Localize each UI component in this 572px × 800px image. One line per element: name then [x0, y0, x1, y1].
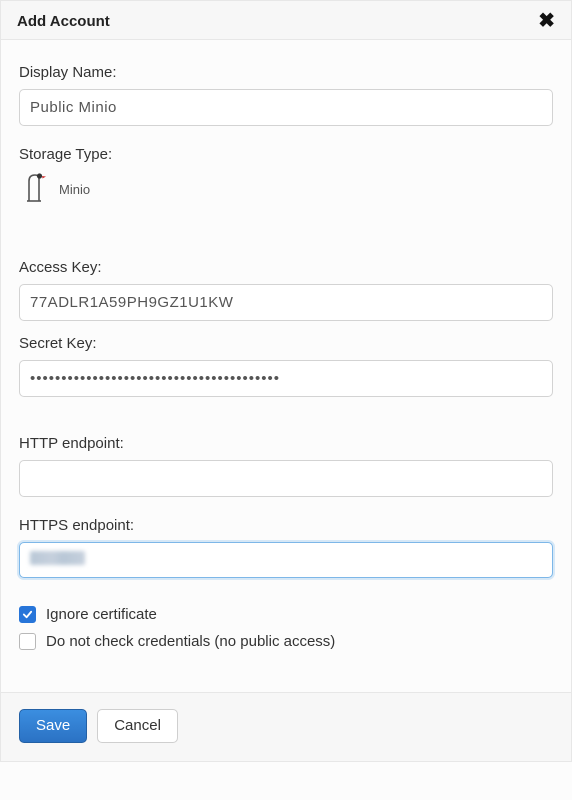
- http-endpoint-input[interactable]: [19, 460, 553, 497]
- modal-header: Add Account ✖: [1, 1, 571, 40]
- modal-footer: Save Cancel: [1, 692, 571, 761]
- ignore-certificate-label: Ignore certificate: [46, 606, 157, 623]
- modal-title: Add Account: [17, 13, 110, 30]
- display-name-input[interactable]: [19, 89, 553, 126]
- http-endpoint-label: HTTP endpoint:: [19, 435, 553, 452]
- access-key-label: Access Key:: [19, 259, 553, 276]
- storage-type-row: Minio: [19, 171, 553, 207]
- secret-key-label: Secret Key:: [19, 335, 553, 352]
- https-endpoint-input[interactable]: [19, 542, 553, 578]
- no-check-credentials-checkbox[interactable]: [19, 633, 36, 650]
- no-check-credentials-label: Do not check credentials (no public acce…: [46, 633, 335, 650]
- close-icon[interactable]: ✖: [538, 11, 555, 31]
- no-check-credentials-row: Do not check credentials (no public acce…: [19, 633, 553, 650]
- modal-body: Display Name: Storage Type: Minio Access…: [1, 40, 571, 660]
- cancel-button[interactable]: Cancel: [97, 709, 178, 743]
- storage-type-value: Minio: [59, 182, 90, 197]
- access-key-input[interactable]: [19, 284, 553, 321]
- https-endpoint-label: HTTPS endpoint:: [19, 517, 553, 534]
- display-name-label: Display Name:: [19, 64, 553, 81]
- save-button[interactable]: Save: [19, 709, 87, 743]
- add-account-modal: Add Account ✖ Display Name: Storage Type…: [0, 0, 572, 762]
- secret-key-input[interactable]: [19, 360, 553, 397]
- https-endpoint-value-redacted: [30, 551, 85, 565]
- ignore-certificate-row: Ignore certificate: [19, 606, 553, 623]
- storage-type-label: Storage Type:: [19, 146, 553, 163]
- ignore-certificate-checkbox[interactable]: [19, 606, 36, 623]
- minio-bird-icon: [23, 171, 49, 207]
